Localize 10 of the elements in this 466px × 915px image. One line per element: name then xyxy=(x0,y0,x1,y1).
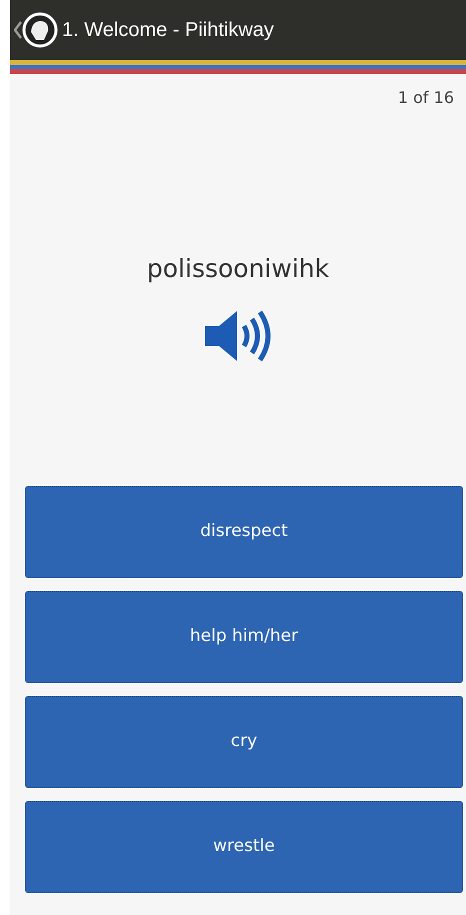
answer-button[interactable]: help him/her xyxy=(25,590,463,682)
screen-title: 1. Welcome - Piihtikway xyxy=(62,18,274,43)
back-button[interactable] xyxy=(14,12,58,48)
logo-icon xyxy=(22,12,58,48)
answer-button[interactable]: cry xyxy=(25,696,463,788)
chevron-left-icon xyxy=(14,21,22,39)
answer-button[interactable]: wrestle xyxy=(25,800,463,892)
vocabulary-word: polissooniwihk xyxy=(146,253,330,285)
progress-counter: 1 of 16 xyxy=(398,87,454,109)
answer-button[interactable]: disrespect xyxy=(25,486,463,578)
